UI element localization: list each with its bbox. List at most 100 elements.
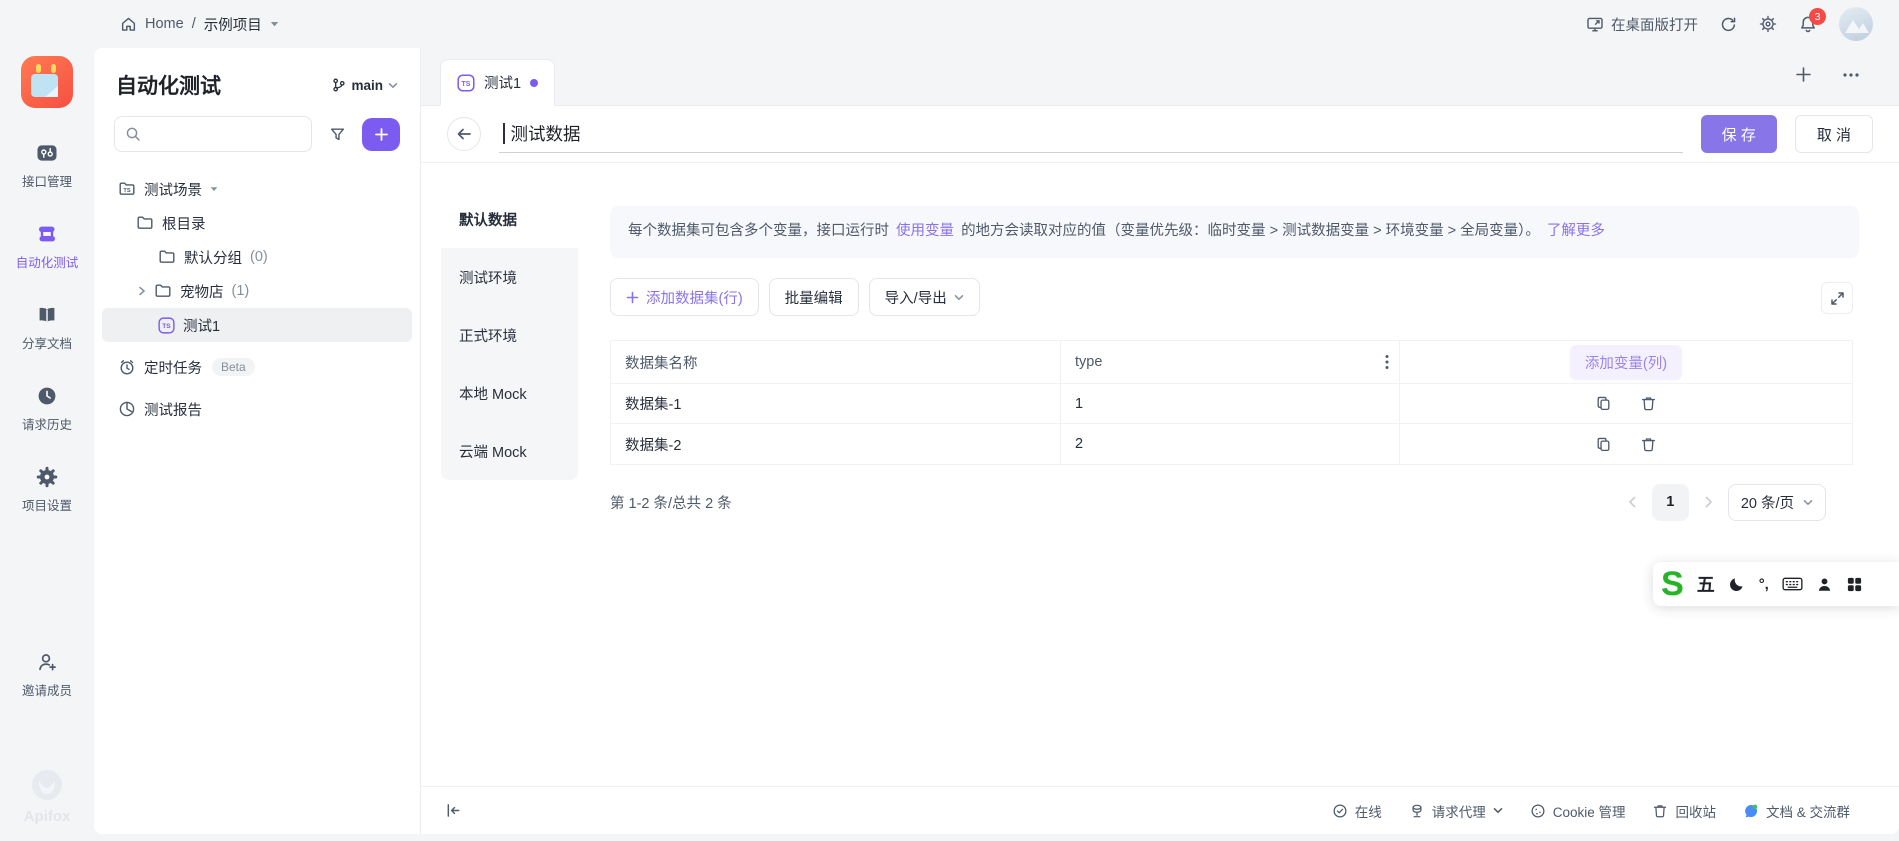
table-row[interactable]: 数据集-2 2 [611,424,1852,464]
branch-selector[interactable]: main [331,77,398,93]
pagination-summary: 第 1-2 条/总共 2 条 [610,495,732,512]
alarm-clock-icon [118,358,136,376]
env-tab-testing[interactable]: 测试环境 [441,248,578,306]
keyboard-icon[interactable] [1782,575,1803,593]
tree-item-scheduled-tasks[interactable]: 定时任务 Beta [102,350,412,384]
settings-gear-icon[interactable] [1759,15,1777,33]
tree-item-label: 定时任务 [144,360,202,377]
env-tab-rail: 默认数据 测试环境 正式环境 本地 Mock 云端 Mock [441,190,578,480]
app-logo[interactable] [21,56,73,108]
collapse-sidebar-icon[interactable] [445,802,462,819]
env-tab-cloud-mock[interactable]: 云端 Mock [441,422,578,480]
refresh-icon[interactable] [1720,16,1737,33]
new-tab-button[interactable] [1794,65,1813,84]
person-icon[interactable] [1816,576,1833,593]
tree-item-label: 测试场景 [144,182,202,199]
home-icon[interactable] [120,16,137,33]
cancel-button[interactable]: 取 消 [1794,115,1873,153]
invite-members-button[interactable]: 邀请成员 [0,651,94,699]
request-proxy-menu[interactable]: 请求代理 [1409,801,1503,821]
docs-community[interactable]: 文档 & 交流群 [1743,801,1850,821]
trash-icon [1652,803,1668,819]
docs-community-label: 文档 & 交流群 [1765,804,1850,820]
tree-item-root-folder[interactable]: 根目录 [102,206,412,240]
branch-icon [331,77,346,93]
open-desktop-button[interactable]: 在桌面版打开 [1586,14,1698,35]
copy-icon[interactable] [1595,395,1612,412]
column-menu-icon[interactable] [1385,354,1389,370]
add-dataset-row-button[interactable]: 添加数据集(行) [610,278,759,316]
toolbox-grid-icon[interactable] [1846,576,1863,593]
copy-icon[interactable] [1595,436,1612,453]
unsaved-dot [530,78,539,87]
tree-item-pet-store[interactable]: 宠物店 (1) [102,274,412,308]
sidebar-item-label: 分享文档 [21,337,72,351]
column-header-type[interactable]: type [1061,341,1400,384]
chevron-down-icon [388,82,398,89]
next-page-icon[interactable] [1704,496,1713,508]
prev-page-icon[interactable] [1628,496,1637,508]
table-row[interactable]: 数据集-1 1 [611,384,1852,424]
search-input[interactable] [114,116,312,152]
test-panel: 自动化测试 main TS 测试场景 根目录 默认分组 (0) 宠物店 (1) … [94,48,421,834]
recycle-bin[interactable]: 回收站 [1652,801,1716,821]
sidebar-item-automated-testing[interactable]: 自动化测试 [15,223,79,271]
tree-item-count: (0) [250,249,268,265]
cookie-manager[interactable]: Cookie 管理 [1530,801,1625,821]
caret-down-icon[interactable] [210,186,218,192]
row-actions-cell [1400,384,1852,424]
tree-item-count: (1) [231,283,250,299]
online-status[interactable]: 在线 [1332,801,1382,821]
page-size-select[interactable]: 20 条/页 [1727,483,1826,521]
sidebar-item-project-settings[interactable]: 项目设置 [16,466,79,514]
breadcrumb-home[interactable]: Home [145,16,184,32]
caret-down-icon[interactable] [270,21,279,27]
dataset-name-cell[interactable]: 数据集-1 [611,384,1061,424]
import-export-button[interactable]: 导入/导出 [868,278,980,316]
sidebar-item-request-history[interactable]: 请求历史 [16,385,79,433]
delete-icon[interactable] [1640,395,1657,412]
user-avatar[interactable] [1839,7,1873,41]
sidebar-item-share-docs[interactable]: 分享文档 [16,304,79,352]
tab-test1[interactable]: TS 测试1 [440,59,556,106]
ime-logo[interactable]: S [1661,567,1684,601]
status-bar: 在线 请求代理 Cookie 管理 回收站 文档 & 交流群 [421,786,1899,834]
page-number[interactable]: 1 [1651,483,1689,521]
title-input[interactable]: 测试数据 [499,115,1683,153]
sidebar-item-label: 自动化测试 [15,256,79,270]
tree-item-test-reports[interactable]: 测试报告 [102,392,412,426]
dataset-name-cell[interactable]: 数据集-2 [611,424,1061,464]
breadcrumb-project[interactable]: 示例项目 [204,14,262,35]
dataset-type-cell[interactable]: 2 [1061,424,1400,464]
tree-item-scenarios[interactable]: TS 测试场景 [102,172,412,206]
tree-item-test1[interactable]: TS 测试1 [102,308,412,342]
chevron-right-icon[interactable] [138,286,146,296]
batch-edit-button[interactable]: 批量编辑 [768,278,859,316]
new-test-button[interactable] [362,117,400,151]
dataset-type-cell[interactable]: 1 [1061,384,1400,424]
save-button[interactable]: 保 存 [1700,115,1777,153]
env-tab-local-mock[interactable]: 本地 Mock [441,364,578,422]
topbar: Home / 示例项目 在桌面版打开 3 [0,0,1899,48]
delete-icon[interactable] [1640,436,1657,453]
add-variable-column-button[interactable]: 添加变量(列) [1569,344,1683,380]
chat-bubble-icon [1743,803,1759,819]
env-tab-default[interactable]: 默认数据 [441,190,578,248]
back-button[interactable] [447,117,481,151]
fullscreen-expand-button[interactable] [1821,282,1853,314]
sidebar-item-label: 请求历史 [21,418,72,432]
chevron-down-icon [954,294,964,301]
env-tab-production[interactable]: 正式环境 [441,306,578,364]
use-variable-link[interactable]: 使用变量 [896,223,954,239]
learn-more-link[interactable]: 了解更多 [1547,223,1605,239]
moon-icon[interactable] [1728,575,1746,593]
chevron-down-icon [1803,499,1813,506]
more-menu-button[interactable] [1841,65,1861,85]
filter-button[interactable] [320,117,354,151]
ime-punctuation-toggle[interactable]: °, [1759,576,1769,593]
tree-item-default-group[interactable]: 默认分组 (0) [102,240,412,274]
sidebar-item-api-management[interactable]: 接口管理 [16,142,79,190]
column-header-name[interactable]: 数据集名称 [611,341,1061,384]
ime-mode-toggle[interactable]: 五 [1697,571,1715,597]
notification-bell-icon[interactable]: 3 [1799,8,1826,33]
